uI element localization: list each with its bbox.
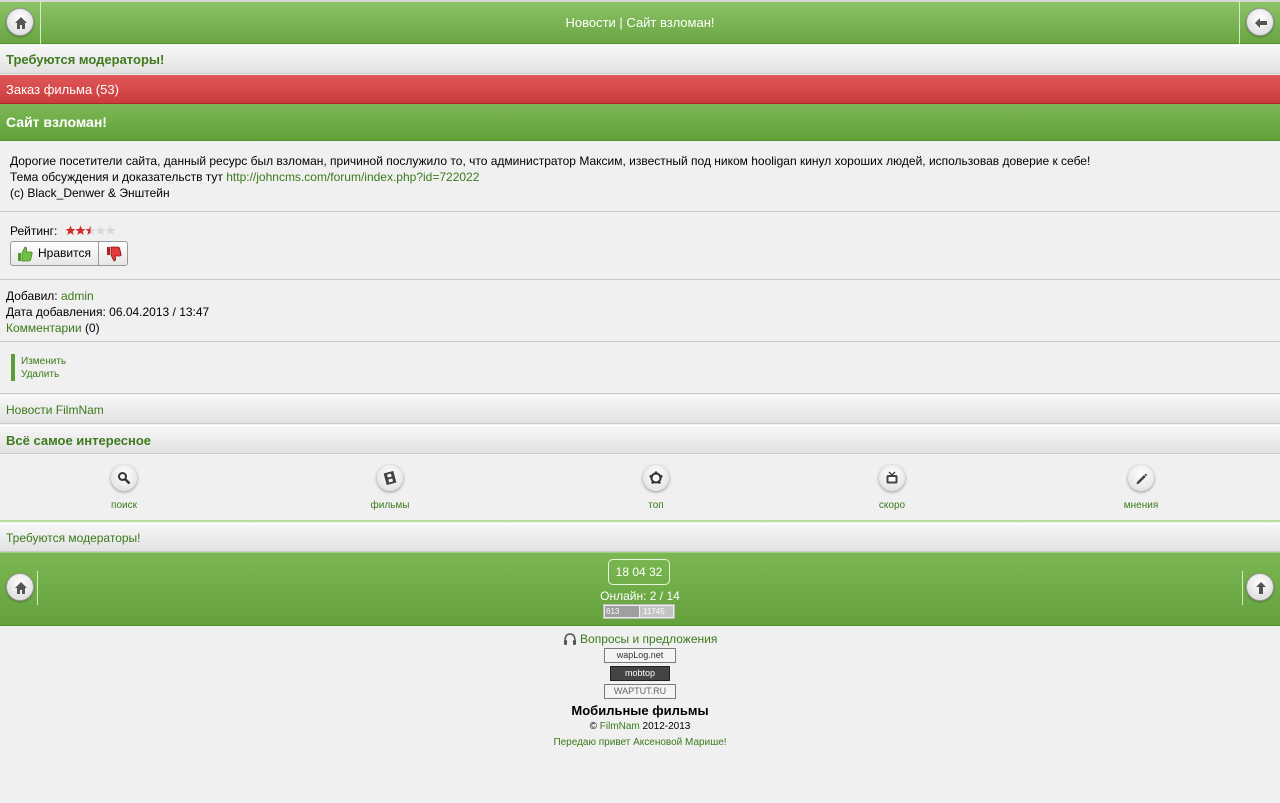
like-button[interactable]: Нравится (11, 242, 99, 265)
film-icon (383, 471, 397, 485)
nav-films-label: фильмы (370, 500, 410, 511)
admin-actions-section (0, 342, 1280, 394)
home-icon (15, 17, 27, 29)
post-line-2-prefix: Тема обсуждения и доказательств тут (10, 170, 227, 184)
nav-top-label: топ (648, 500, 664, 511)
like-box: Нравится (10, 241, 128, 266)
counter-today: 613 (605, 606, 639, 617)
date-row: Дата добавления: 06.04.2013 / 13:47 (6, 304, 209, 320)
opinions-bubble (1128, 465, 1154, 491)
visit-counter[interactable]: 613 11745 (603, 604, 675, 619)
copyright-link[interactable]: FilmNam (600, 721, 640, 732)
nav-soon-label: скоро (878, 500, 906, 511)
post-line-3: (c) Black_Denwer & Энштейн (10, 186, 170, 200)
feedback-row: Вопросы и предложения (0, 632, 1280, 646)
waptut-badge[interactable]: WAPTUT.RU (604, 684, 676, 699)
back-arrow-icon (1255, 18, 1267, 28)
like-label: Нравится (38, 246, 91, 260)
footer-bar: 18 04 32 Онлайн: 2 / 14 613 11745 (0, 552, 1280, 626)
author-link[interactable]: admin (61, 289, 94, 303)
post-line-1: Дорогие посетители сайта, данный ресурс … (10, 154, 1091, 168)
film-order-bar[interactable]: Заказ фильма (53) (0, 75, 1280, 104)
copyright: © FilmNam 2012-2013 (0, 721, 1280, 732)
post-title: Сайт взломан! (6, 114, 107, 130)
moderators-notice-bottom-bar: Требуются модераторы! (0, 523, 1280, 552)
mobtop-badge[interactable]: mobtop (610, 666, 670, 681)
counter-total: 11745 (640, 606, 673, 617)
rating-label: Рейтинг: (10, 224, 58, 238)
feedback-link[interactable]: Вопросы и предложения (580, 632, 717, 646)
greeting: Передаю привет Аксеновой Марише! (553, 737, 727, 748)
nav-opinions-label: мнения (1123, 500, 1159, 511)
top-bar: Новости | Сайт взломан! (0, 0, 1280, 44)
site-name: Мобильные фильмы (571, 703, 709, 718)
comments-link[interactable]: Комментарии (6, 321, 82, 335)
search-icon (118, 472, 131, 485)
top-icon (649, 471, 663, 484)
comments-count: (0) (84, 321, 100, 335)
home-button[interactable] (6, 8, 34, 36)
rating-section (0, 212, 1280, 280)
comments-row: Комментарии (0) (6, 320, 209, 336)
news-link[interactable]: Новости FilmNam (6, 403, 104, 417)
copyright-symbol: © (589, 721, 597, 732)
nav-icons-row (0, 454, 1280, 522)
added-by-label: Добавил: (6, 289, 58, 303)
discussion-link[interactable]: http://johncms.com/forum/index.php?id=72… (226, 170, 479, 184)
pencil-icon (1136, 473, 1148, 485)
headset-icon (563, 633, 576, 645)
soon-bubble (879, 465, 905, 491)
clock: 18 04 32 (608, 559, 670, 585)
back-button[interactable] (1246, 8, 1274, 36)
divider (1239, 2, 1240, 44)
scroll-top-button[interactable] (1246, 573, 1274, 601)
post-text: Дорогие посетители сайта, данный ресурс … (10, 153, 1090, 201)
post-title-bar: Сайт взломан! (0, 104, 1280, 141)
delete-link[interactable]: Удалить (21, 369, 59, 380)
nav-search-label: поиск (111, 500, 137, 511)
post-line-2: Тема обсуждения и доказательств тут http… (10, 169, 1090, 185)
arrow-up-icon (1256, 582, 1266, 594)
tv-icon (886, 471, 898, 484)
online-count: Онлайн: 2 / 14 (600, 589, 680, 603)
date-label: Дата добавления: (6, 305, 106, 319)
page-title: Новости | Сайт взломан! (565, 15, 715, 30)
post-body: Дорогие посетители сайта, данный ресурс … (0, 141, 1280, 212)
thumbs-up-icon (18, 246, 33, 262)
added-by-row: Добавил: admin (6, 288, 209, 304)
film-order-link[interactable]: Заказ фильма (53) (6, 82, 119, 97)
thumbs-down-icon (107, 246, 122, 262)
top-bubble (643, 465, 669, 491)
waplog-badge[interactable]: wapLog.net (604, 648, 676, 663)
moderators-notice-bottom-link[interactable]: Требуются модераторы! (6, 531, 141, 545)
moderators-notice-link[interactable]: Требуются модераторы! (6, 52, 164, 67)
edit-link[interactable]: Изменить (21, 356, 66, 367)
date-value: 06.04.2013 / 13:47 (109, 305, 210, 319)
moderators-notice-bar: Требуются модераторы! (0, 45, 1280, 74)
search-bubble (111, 465, 137, 491)
actions-accent (11, 354, 15, 381)
post-meta: Добавил: admin Дата добавления: 06.04.20… (0, 280, 1280, 342)
interesting-header: Всё самое интересное (6, 433, 151, 448)
interesting-header-bar: Всё самое интересное (0, 425, 1280, 454)
news-bar: Новости FilmNam (0, 395, 1280, 424)
rating-star (105, 225, 116, 235)
films-bubble (377, 465, 403, 491)
dislike-button[interactable] (100, 242, 127, 265)
divider (1242, 571, 1243, 605)
copyright-years: 2012-2013 (642, 721, 691, 732)
